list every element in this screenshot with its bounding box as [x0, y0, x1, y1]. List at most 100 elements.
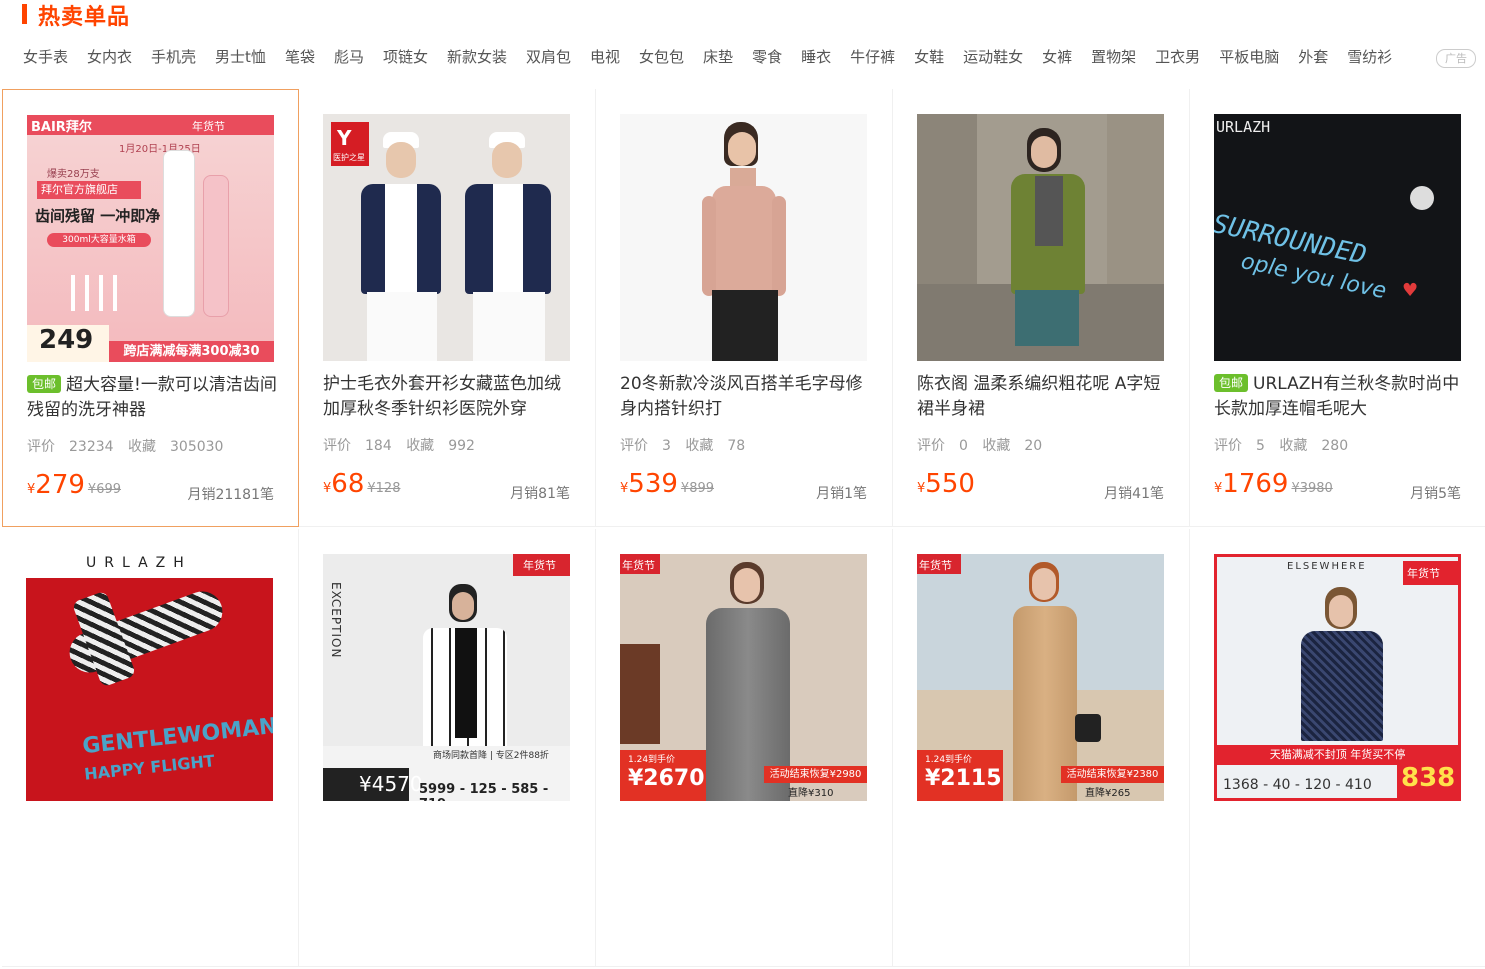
keyword-link[interactable]: 项链女	[383, 46, 428, 70]
product-title[interactable]: 陈衣阁 温柔系编织粗花呢 A字短裙半身裙	[917, 372, 1167, 422]
free-shipping-tag: 包邮	[27, 375, 62, 393]
product-image[interactable]	[620, 114, 867, 361]
keyword-link[interactable]: 双肩包	[526, 46, 571, 70]
favorite-count: 20	[1024, 438, 1043, 454]
favorite-label: 收藏	[685, 438, 714, 454]
review-label: 评价	[27, 439, 55, 455]
original-price: ¥699	[87, 482, 122, 497]
keyword-link[interactable]: 女鞋	[914, 46, 944, 70]
price-row: ¥550 月销41笔	[917, 469, 1164, 503]
product-stats: 评价 5 收藏 280	[1214, 435, 1358, 455]
price-row: ¥1769 ¥3980 月销5笔	[1214, 469, 1461, 503]
product-card[interactable]: BAIR拜尔 年货节 1月20日-1月25日 爆卖28万支 拜尔官方旗舰店 齿间…	[2, 89, 299, 527]
favorite-label: 收藏	[1279, 438, 1308, 454]
product-image[interactable]: URLAZH SURROUNDED ople you love ♥	[1214, 114, 1461, 361]
review-label: 评价	[1214, 438, 1242, 454]
price-row: ¥279 ¥699 月销21181笔	[27, 470, 274, 504]
favorite-label: 收藏	[982, 438, 1011, 454]
favorite-count: 78	[727, 438, 746, 454]
keyword-link[interactable]: 新款女装	[447, 46, 507, 70]
monthly-sales: 月销81笔	[510, 486, 570, 502]
product-image[interactable]: BAIR拜尔 年货节 1月20日-1月25日 爆卖28万支 拜尔官方旗舰店 齿间…	[27, 115, 274, 362]
price: 279	[35, 470, 85, 500]
product-stats: 评价 184 收藏 992	[323, 435, 485, 455]
keyword-link[interactable]: 外套	[1298, 46, 1328, 70]
keyword-link[interactable]: 睡衣	[801, 46, 831, 70]
product-image[interactable]: 年货节 1.24到手价 ¥2670 活动结束恢复¥2980 直降¥310	[620, 554, 867, 801]
favorite-count: 305030	[170, 439, 224, 455]
product-stats: 评价 0 收藏 20	[917, 435, 1052, 455]
keyword-link[interactable]: 牛仔裤	[850, 46, 895, 70]
product-card[interactable]: ELSEWHERE 年货节 天猫满减不封顶 年货买不停 1368 - 40 - …	[1190, 529, 1485, 967]
keyword-list: 女手表 女内衣 手机壳 男士t恤 笔袋 彪马 项链女 新款女装 双肩包 电视 女包包 床垫 零食 睡衣 牛仔…	[23, 46, 1423, 70]
keyword-link[interactable]: 卫衣男	[1155, 46, 1200, 70]
review-count: 3	[662, 438, 671, 454]
review-count: 23234	[69, 439, 114, 455]
favorite-label: 收藏	[128, 439, 156, 455]
review-label: 评价	[620, 438, 648, 454]
keyword-link[interactable]: 电视	[590, 46, 620, 70]
section-header: 热卖单品	[0, 0, 1485, 32]
keyword-link[interactable]: 女内衣	[87, 46, 132, 70]
section-title: 热卖单品	[38, 4, 131, 30]
product-image[interactable]: EXCEPTION 年货节 商场同款首降 | 专区2件88折 ¥4570 599…	[323, 554, 570, 801]
product-stats: 评价 23234 收藏 305030	[27, 436, 233, 456]
nozzles	[67, 275, 127, 315]
favorite-count: 280	[1321, 438, 1349, 454]
original-price: ¥3980	[1291, 481, 1333, 496]
product-title[interactable]: 包邮 超大容量!一款可以清洁齿间残留的洗牙神器	[27, 373, 277, 423]
keyword-link[interactable]: 运动鞋女	[963, 46, 1023, 70]
favorite-count: 992	[448, 438, 475, 454]
ad-badge: 广告	[1436, 49, 1476, 68]
product-row: BAIR拜尔 年货节 1月20日-1月25日 爆卖28万支 拜尔官方旗舰店 齿间…	[2, 89, 1485, 529]
keyword-link[interactable]: 手机壳	[151, 46, 196, 70]
keyword-link[interactable]: 床垫	[703, 46, 733, 70]
keyword-link[interactable]: 置物架	[1091, 46, 1136, 70]
keyword-link[interactable]: 彪马	[334, 46, 364, 70]
price: 550	[925, 469, 975, 499]
product-image[interactable]	[917, 114, 1164, 361]
price: 68	[331, 469, 365, 499]
product-image[interactable]: ELSEWHERE 年货节 天猫满减不封顶 年货买不停 1368 - 40 - …	[1214, 554, 1461, 801]
product-image[interactable]: URLAZH GENTLEWOMAN HAPPY FLIGHT	[26, 554, 273, 801]
product-title[interactable]: 20冬新款冷淡风百搭羊毛字母修身内搭针织打	[620, 372, 870, 422]
keyword-link[interactable]: 男士t恤	[215, 46, 266, 70]
product-image[interactable]: Y 医护之星	[323, 114, 570, 361]
product-card[interactable]: 20冬新款冷淡风百搭羊毛字母修身内搭针织打 评价 3 收藏 78 ¥539 ¥899 …	[596, 89, 893, 527]
monthly-sales: 月销41笔	[1104, 486, 1164, 502]
favorite-label: 收藏	[406, 438, 435, 454]
review-count: 184	[365, 438, 392, 454]
free-shipping-tag: 包邮	[1214, 374, 1249, 392]
original-price: ¥128	[367, 481, 401, 496]
product-card[interactable]: 年货节 1.24到手价 ¥2670 活动结束恢复¥2980 直降¥310	[596, 529, 893, 967]
product-card[interactable]: EXCEPTION 年货节 商场同款首降 | 专区2件88折 ¥4570 599…	[299, 529, 596, 967]
review-label: 评价	[917, 438, 945, 454]
product-title[interactable]: 包邮 URLAZH有兰秋冬款时尚中长款加厚连帽毛呢大	[1214, 372, 1464, 422]
keyword-link[interactable]: 笔袋	[285, 46, 315, 70]
keyword-link[interactable]: 雪纺衫	[1347, 46, 1392, 70]
title-accent-bar	[22, 4, 27, 24]
product-card[interactable]: 年货节 1.24到手价 ¥2115 活动结束恢复¥2380 直降¥265	[893, 529, 1190, 967]
price: 1769	[1222, 469, 1289, 499]
product-image[interactable]: 年货节 1.24到手价 ¥2115 活动结束恢复¥2380 直降¥265	[917, 554, 1164, 801]
review-count: 5	[1256, 438, 1265, 454]
product-card[interactable]: 陈衣阁 温柔系编织粗花呢 A字短裙半身裙 评价 0 收藏 20 ¥550 月销41笔	[893, 89, 1190, 527]
monthly-sales: 月销5笔	[1410, 486, 1461, 502]
keyword-link[interactable]: 女包包	[639, 46, 684, 70]
keyword-link[interactable]: 女裤	[1042, 46, 1072, 70]
monthly-sales: 月销21181笔	[187, 487, 274, 503]
monthly-sales: 月销1笔	[816, 486, 867, 502]
product-stats: 评价 3 收藏 78	[620, 435, 755, 455]
product-row: URLAZH GENTLEWOMAN HAPPY FLIGHT EXCEPTIO…	[2, 529, 1485, 969]
product-card[interactable]: Y 医护之星 护士毛衣外套开衫女藏蓝色加绒加厚秋冬季针织衫医院外穿 评价 184 …	[299, 89, 596, 527]
keyword-link[interactable]: 女手表	[23, 46, 68, 70]
keyword-link[interactable]: 平板电脑	[1219, 46, 1279, 70]
original-price: ¥899	[680, 481, 715, 496]
review-count: 0	[959, 438, 968, 454]
price: 539	[628, 469, 678, 499]
product-card[interactable]: URLAZH GENTLEWOMAN HAPPY FLIGHT	[2, 529, 299, 967]
product-card[interactable]: URLAZH SURROUNDED ople you love ♥ 包邮 URLA…	[1190, 89, 1485, 527]
keyword-link[interactable]: 零食	[752, 46, 782, 70]
product-title[interactable]: 护士毛衣外套开衫女藏蓝色加绒加厚秋冬季针织衫医院外穿	[323, 372, 573, 422]
review-label: 评价	[323, 438, 351, 454]
